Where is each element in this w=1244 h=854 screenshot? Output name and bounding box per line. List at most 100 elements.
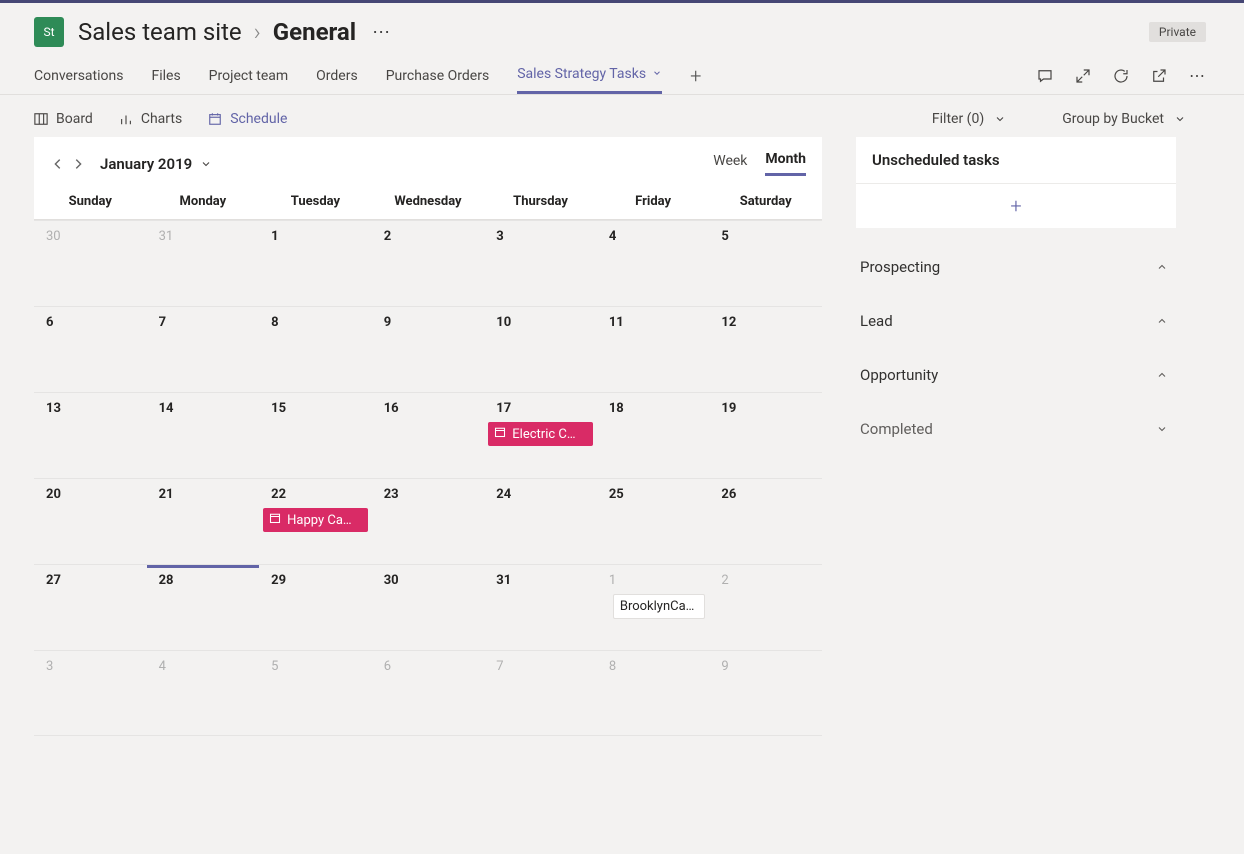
day-number: 8 [271, 315, 368, 330]
day-cell[interactable]: 1BrooklynCa… [597, 565, 710, 650]
day-cell[interactable]: 8 [259, 307, 372, 392]
day-number: 25 [609, 487, 706, 502]
tab-files[interactable]: Files [151, 57, 180, 94]
chat-icon[interactable] [1036, 67, 1054, 85]
privacy-badge: Private [1149, 22, 1206, 42]
day-cell[interactable]: 31 [484, 565, 597, 650]
day-cell[interactable]: 23 [372, 479, 485, 564]
prev-month-button[interactable] [48, 154, 68, 174]
day-number: 5 [271, 659, 368, 674]
day-cell[interactable]: 18 [597, 393, 710, 478]
add-task-button[interactable]: + [856, 184, 1176, 228]
chevron-down-icon [1156, 423, 1168, 435]
day-cell[interactable]: 13 [34, 393, 147, 478]
calendar-event[interactable]: Electric C… [488, 422, 593, 446]
day-number: 2 [384, 229, 481, 244]
chevron-down-icon [994, 113, 1006, 125]
day-cell[interactable]: 30 [372, 565, 485, 650]
refresh-icon[interactable] [1112, 67, 1130, 85]
day-cell[interactable]: 22 Happy Ca… [259, 479, 372, 564]
day-cell[interactable]: 6 [34, 307, 147, 392]
range-week[interactable]: Week [713, 153, 747, 175]
day-cell[interactable]: 1 [259, 221, 372, 306]
day-header: Monday [147, 194, 260, 209]
tab-project-team[interactable]: Project team [209, 57, 288, 94]
add-tab-button[interactable]: + [690, 64, 701, 88]
tab-purchase-orders[interactable]: Purchase Orders [386, 57, 489, 94]
day-cell[interactable]: 16 [372, 393, 485, 478]
day-cell[interactable]: 9 [709, 651, 822, 735]
day-cell[interactable]: 25 [597, 479, 710, 564]
day-cell[interactable]: 19 [709, 393, 822, 478]
day-cell[interactable]: 5 [709, 221, 822, 306]
day-cell[interactable]: 5 [259, 651, 372, 735]
month-picker[interactable]: January 2019 [100, 155, 212, 173]
more-options-icon[interactable]: ⋯ [368, 22, 390, 43]
bucket-label: Completed [860, 420, 933, 438]
day-header: Tuesday [259, 194, 372, 209]
day-cell[interactable]: 3 [484, 221, 597, 306]
calendar-event[interactable]: BrooklynCa… [613, 594, 706, 619]
day-number: 3 [496, 229, 593, 244]
day-cell[interactable]: 4 [597, 221, 710, 306]
calendar-week: 345 6789 [34, 650, 822, 736]
view-charts[interactable]: Charts [119, 111, 182, 127]
day-cell[interactable]: 15 [259, 393, 372, 478]
calendar-event[interactable]: Happy Ca… [263, 508, 368, 532]
filter-button[interactable]: Filter (0) [932, 111, 1006, 127]
day-cell[interactable]: 3 [34, 651, 147, 735]
day-cell[interactable]: 9 [372, 307, 485, 392]
day-cell[interactable]: 2 [372, 221, 485, 306]
next-month-button[interactable] [68, 154, 88, 174]
groupby-button[interactable]: Group by Bucket [1062, 111, 1186, 127]
day-number: 12 [721, 315, 818, 330]
bucket-lead[interactable]: Lead [856, 294, 1176, 348]
day-cell[interactable]: 2 [709, 565, 822, 650]
day-number: 19 [721, 401, 818, 416]
day-cell[interactable]: 14 [147, 393, 260, 478]
day-cell[interactable]: 10 [484, 307, 597, 392]
day-cell[interactable]: 29 [259, 565, 372, 650]
channel-name[interactable]: General [273, 18, 356, 46]
open-external-icon[interactable] [1150, 67, 1168, 85]
day-cell[interactable]: 4 [147, 651, 260, 735]
day-number: 26 [721, 487, 818, 502]
day-cell[interactable]: 17Electric C… [484, 393, 597, 478]
expand-icon[interactable] [1074, 67, 1092, 85]
main-content: January 2019 Week Month SundayMondayTues… [0, 137, 1244, 736]
day-cell[interactable]: 24 [484, 479, 597, 564]
bucket-label: Lead [860, 312, 893, 330]
day-cell[interactable]: 31 [147, 221, 260, 306]
more-icon[interactable]: ⋯ [1188, 67, 1206, 85]
tab-orders[interactable]: Orders [316, 57, 358, 94]
day-cell[interactable]: 12 [709, 307, 822, 392]
day-number: 30 [384, 573, 481, 588]
day-number: 31 [159, 229, 256, 244]
day-cell[interactable]: 30 [34, 221, 147, 306]
team-avatar: St [34, 17, 64, 47]
bucket-prospecting[interactable]: Prospecting [856, 240, 1176, 294]
day-cell[interactable]: 26 [709, 479, 822, 564]
day-cell[interactable]: 20 [34, 479, 147, 564]
bucket-opportunity[interactable]: Opportunity [856, 348, 1176, 402]
day-cell[interactable]: 7 [147, 307, 260, 392]
bucket-completed[interactable]: Completed [856, 402, 1176, 456]
range-month[interactable]: Month [765, 151, 806, 176]
view-board[interactable]: Board [34, 111, 93, 127]
day-number: 6 [384, 659, 481, 674]
day-cell[interactable]: 28 [147, 565, 260, 650]
day-number: 22 [271, 487, 368, 502]
day-number: 4 [609, 229, 706, 244]
day-cell[interactable]: 11 [597, 307, 710, 392]
team-name[interactable]: Sales team site [78, 18, 242, 46]
tab-conversations[interactable]: Conversations [34, 57, 123, 94]
day-cell[interactable]: 6 [372, 651, 485, 735]
day-number: 20 [46, 487, 143, 502]
day-cell[interactable]: 7 [484, 651, 597, 735]
view-schedule[interactable]: Schedule [208, 111, 287, 127]
tab-sales-strategy-tasks[interactable]: Sales Strategy Tasks [517, 57, 662, 94]
day-cell[interactable]: 27 [34, 565, 147, 650]
day-cell[interactable]: 8 [597, 651, 710, 735]
day-cell[interactable]: 21 [147, 479, 260, 564]
month-label: January 2019 [100, 155, 192, 173]
